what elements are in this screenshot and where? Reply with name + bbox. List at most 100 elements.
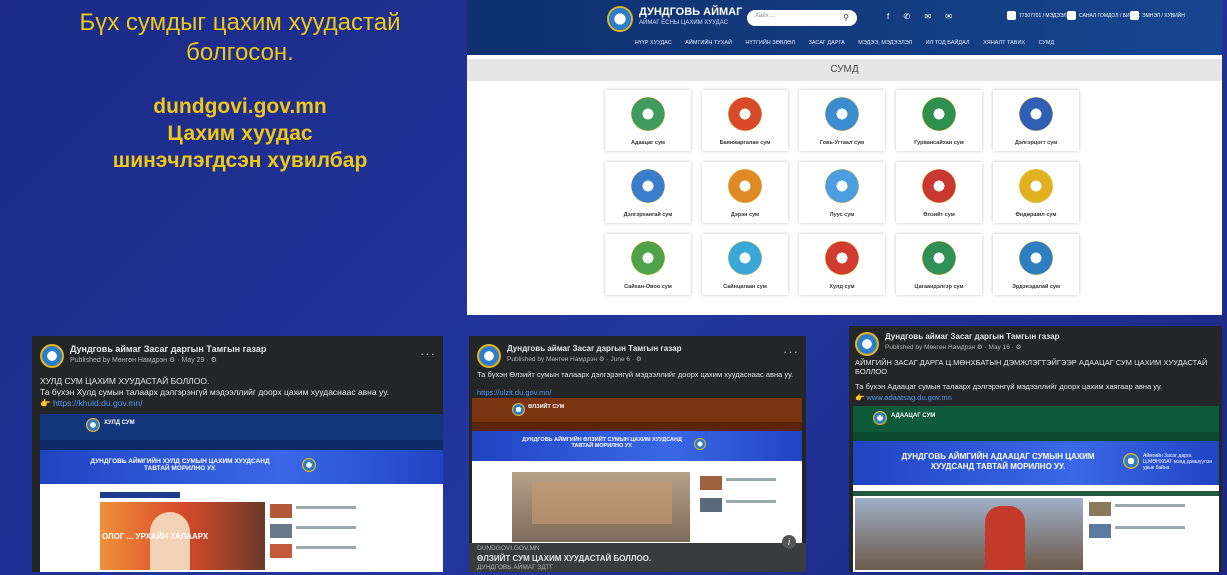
news-thumb-1[interactable]: [270, 504, 292, 518]
soum-card[interactable]: Хулд сум: [799, 234, 885, 295]
soum-card[interactable]: Сайхан-Овоо сум: [605, 234, 691, 295]
page-avatar-icon[interactable]: [477, 344, 501, 368]
section-title: СУМД: [467, 59, 1222, 81]
soum-card[interactable]: Сайнцагаан сум: [702, 234, 788, 295]
link-subtitle: ДУНДГОВЬ АЙМАГ ЗДТГ: [477, 564, 554, 571]
post-page-name[interactable]: Дундговь аймаг Засаг даргын Тамгын газар: [885, 332, 1060, 341]
news-headline-line: [296, 526, 356, 529]
governor-emblem-icon: [694, 438, 706, 450]
news-headline-line: [296, 546, 356, 549]
soum-card[interactable]: Гурвансайхан сум: [896, 90, 982, 151]
news-headline-line: [296, 506, 356, 509]
news-headline-line: [1115, 526, 1185, 529]
shot-header: АДААЦАГ СУМ: [853, 406, 1219, 432]
nav-item-control[interactable]: ХЯНАЛТ ТАВИХ: [983, 40, 1025, 46]
post-image[interactable]: ХУЛД СУМ ДУНДГОВЬ АЙМГИЙН ХУЛД СУМЫН ЦАХ…: [40, 414, 443, 572]
soum-name: Говь-Угтаал сум: [819, 140, 865, 146]
soum-name: Баянжаргалан сум: [719, 140, 771, 146]
shot-banner-text: ДУНДГОВЬ АЙМГИЙН ХУЛД СУМЫН ЦАХИМ ХУУДСА…: [90, 458, 270, 472]
search-icon[interactable]: ⚲: [843, 13, 849, 22]
feedback-info[interactable]: САНАЛ ГОМДОЛ / БИЧИХ: [1067, 11, 1140, 20]
facebook-post-khuld: Дундговь аймаг Засаг даргын Тамгын газар…: [32, 336, 443, 572]
person-figure: [985, 506, 1025, 570]
group-photo: [532, 482, 672, 524]
subtitle-line-3: шинэчлэгдсэн хувилбар: [112, 149, 368, 172]
soum-card[interactable]: Өлзийт сум: [896, 162, 982, 223]
soum-card[interactable]: Дэрэн сум: [702, 162, 788, 223]
post-link[interactable]: https://ulzit.du.gov.mn/: [477, 388, 551, 397]
shot-nav: [853, 432, 1219, 441]
post-link[interactable]: 👉 https://khuld.du.gov.mn/: [40, 398, 143, 409]
news-headline-line: [1115, 504, 1185, 507]
news-thumb-2[interactable]: [270, 524, 292, 538]
slide-subtitle: dundgovi.gov.mn Цахим хуудас шинэчлэгдсэ…: [40, 93, 440, 174]
soum-card[interactable]: Дэлгэрцогт сум: [993, 90, 1079, 151]
soum-emblem-icon: [922, 97, 956, 131]
soum-name: Хулд сум: [829, 284, 855, 290]
nav-item-council[interactable]: НҮТГИЙН ЗӨВЛӨЛ: [746, 40, 795, 46]
aimag-emblem-icon[interactable]: [607, 6, 633, 32]
link-domain: DUNDGOVI.GOV.MN: [477, 545, 540, 552]
page-avatar-icon[interactable]: [855, 332, 879, 356]
shot-nav: [40, 440, 443, 450]
nav-item-transparency[interactable]: ИЛ ТОД БАЙДАЛ: [926, 40, 970, 46]
nav-item-soums[interactable]: СУМД: [1039, 40, 1055, 46]
post-text-line-1: АЙМГИЙН ЗАСАГ ДАРГА Ц.МӨНХБАТЫН ДЭМЖЛЭГТ…: [855, 358, 1208, 376]
post-image[interactable]: АДААЦАГ СУМ ДУНДГОВЬ АЙМГИЙН АДААЦАГ СУМ…: [853, 406, 1219, 572]
soum-card[interactable]: Дэлгэрхангай сум: [605, 162, 691, 223]
feedback-icon: [1067, 11, 1076, 20]
shot-banner: ДУНДГОВЬ АЙМГИЙН ХУЛД СУМЫН ЦАХИМ ХУУДСА…: [40, 450, 443, 484]
link-title[interactable]: ӨЛЗИЙТ СУМ ЦАХИМ ХУУДАСТАЙ БОЛЛОО.: [477, 554, 651, 563]
post-page-name[interactable]: Дундговь аймаг Засаг даргын Тамгын газар: [70, 344, 266, 354]
soum-card[interactable]: Говь-Угтаал сум: [799, 90, 885, 151]
news-photo[interactable]: ОЛОГ ... УРХАЙН ТАЛААРХ: [100, 502, 265, 570]
news-photo[interactable]: [512, 472, 690, 542]
soum-emblem-icon: [873, 411, 887, 425]
soum-card[interactable]: Цагаандэлгэр сум: [896, 234, 982, 295]
health-info[interactable]: ЭМНЭЛ / ХУВИЙН: [1130, 11, 1185, 20]
soum-name: Сайхан-Овоо сум: [624, 284, 672, 290]
post-text-line-2: Та бүхэн Хулд сумын талаарх дэлгэрэнгүй …: [40, 387, 389, 397]
phone-icon: [1007, 11, 1016, 20]
nav-item-about[interactable]: АЙМГИЙН ТУХАЙ: [685, 40, 732, 46]
subtitle-domain: dundgovi.gov.mn: [153, 95, 327, 118]
post-meta: Published by Мөнгөн Намдрэн ⚙ · May 16 ·…: [885, 344, 1022, 351]
site-name[interactable]: ДУНДГОВЬ АЙМАГ: [639, 6, 742, 18]
post-page-name[interactable]: Дундговь аймаг Засаг даргын Тамгын газар: [507, 344, 682, 353]
soum-card[interactable]: Эрдэнэдалай сум: [993, 234, 1079, 295]
news-thumb-3[interactable]: [270, 544, 292, 558]
news-thumb-2[interactable]: [700, 498, 722, 512]
link-preview-footer[interactable]: DUNDGOVI.GOV.MN ӨЛЗИЙТ СУМ ЦАХИМ ХУУДАСТ…: [469, 535, 806, 572]
post-text-line-1: ХУЛД СУМ ЦАХИМ ХУУДАСТАЙ БОЛЛОО.: [40, 376, 210, 386]
soum-name: Дэлгэрцогт сум: [1014, 140, 1058, 146]
news-headline-line: [726, 500, 776, 503]
search-input[interactable]: Хайх ... ⚲: [747, 10, 857, 26]
soum-card[interactable]: Баянжаргалан сум: [702, 90, 788, 151]
more-options-icon[interactable]: ···: [420, 346, 436, 361]
news-thumb-2[interactable]: [1089, 524, 1111, 538]
soum-name: Өндөршил сум: [1015, 212, 1057, 218]
post-text-line-2: Та бүхэн Адаацаг сумын талаарх дэлгэрэнг…: [855, 382, 1163, 391]
nav-item-news[interactable]: МЭДЭЭ, МЭДЭЭЛЭЛ: [858, 40, 912, 46]
soum-card[interactable]: Өндөршил сум: [993, 162, 1079, 223]
shot-banner: ДУНДГОВЬ АЙМГИЙН АДААЦАГ СУМЫН ЦАХИМ ХУУ…: [853, 441, 1219, 485]
soum-card[interactable]: Адаацаг сум: [605, 90, 691, 151]
soum-card[interactable]: Луус сум: [799, 162, 885, 223]
soum-emblem-icon: [728, 97, 762, 131]
page-avatar-icon[interactable]: [40, 344, 64, 368]
news-photo[interactable]: [855, 498, 1083, 570]
post-image[interactable]: ӨЛЗИЙТ СУМ ДУНДГОВЬ АЙМГИЙН ӨЛЗИЙТ СУМЫН…: [472, 398, 802, 543]
phone-info[interactable]: 77307701 / МЭДЭЭЛЭЛ: [1007, 11, 1073, 20]
soum-emblem-icon: [1019, 169, 1053, 203]
soum-name: Дэлгэрхангай сум: [623, 212, 673, 218]
nav-item-governor[interactable]: ЗАСАГ ДАРГА: [809, 40, 845, 46]
news-thumb-1[interactable]: [700, 476, 722, 490]
news-thumb-1[interactable]: [1089, 502, 1111, 516]
speaker-figure: [150, 512, 190, 570]
soum-name: Цагаандэлгэр сум: [914, 284, 964, 290]
post-link[interactable]: 👉 www.adaatsag.du.gov.mn: [855, 393, 952, 402]
nav-item-home[interactable]: НҮҮР ХУУДАС: [635, 40, 672, 46]
social-icons[interactable]: f ✆ ✉ ✉: [887, 12, 958, 21]
more-options-icon[interactable]: ···: [783, 344, 799, 359]
info-icon[interactable]: i: [782, 535, 796, 549]
